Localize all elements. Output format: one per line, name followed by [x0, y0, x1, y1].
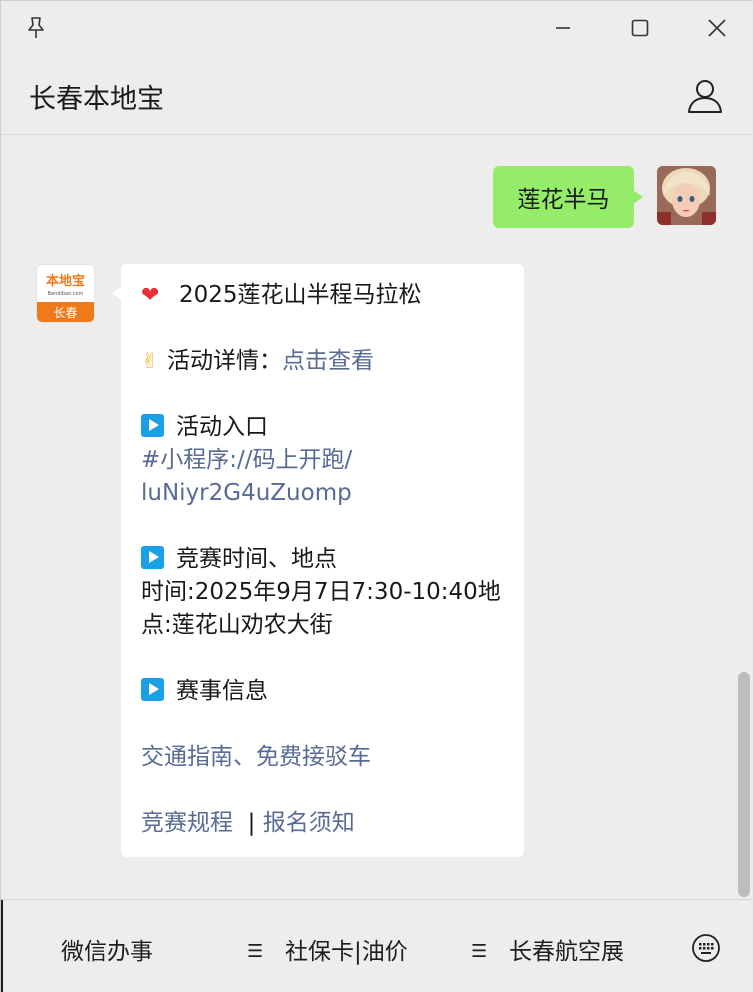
play-icon — [141, 414, 164, 437]
event-info-line: 赛事信息 — [141, 675, 505, 708]
entry-line: 活动入口 — [141, 411, 505, 444]
victory-hand-icon: ✌ — [141, 349, 159, 373]
menu-item-label: 社保卡|油价 — [285, 939, 408, 965]
bottom-menu-bar: 微信办事 ☰ 社保卡|油价 ☰ 长春航空展 — [1, 899, 753, 992]
reply-title: 2025莲花山半程马拉松 — [179, 282, 422, 308]
detail-label: 活动详情： — [167, 348, 282, 374]
maximize-icon[interactable] — [624, 13, 656, 43]
avatar-brand-top: 本地宝 — [46, 273, 85, 289]
reply-title-line: ❤ 2025莲花山半程马拉松 — [141, 279, 505, 312]
menu-item-label: 微信办事 — [61, 939, 153, 965]
bot-avatar[interactable]: 本地宝 Bendibao.com 长春 — [36, 264, 95, 323]
time-place-detail-2: 点:莲花山劝农大街 — [141, 612, 333, 638]
entry-link-part-2[interactable]: luNiyr2G4uZuomp — [141, 477, 505, 510]
entry-label: 活动入口 — [176, 414, 268, 440]
rules-link[interactable]: 竞赛规程 — [141, 810, 233, 836]
close-icon[interactable] — [701, 13, 733, 43]
avatar-brand-small: Bendibao.com — [48, 291, 84, 297]
rules-line: 竞赛规程 | 报名须知 — [141, 807, 505, 840]
menu-item-hangkongzhan[interactable]: ☰ 长春航空展 — [471, 932, 624, 966]
menu-list-icon: ☰ — [247, 941, 264, 962]
chat-title: 长春本地宝 — [29, 84, 164, 115]
traffic-link[interactable]: 交通指南、免费接驳车 — [141, 741, 505, 774]
minimize-icon[interactable] — [547, 13, 579, 43]
menu-list-icon: ☰ — [471, 941, 488, 962]
avatar-brand-city: 长春 — [53, 306, 77, 320]
user-icon[interactable] — [685, 76, 725, 116]
title-bar — [1, 1, 753, 55]
menu-item-shebao-youjia[interactable]: ☰ 社保卡|油价 — [247, 932, 408, 966]
link-separator: | — [247, 810, 256, 836]
my-avatar[interactable] — [657, 166, 716, 225]
chat-header: 长春本地宝 — [1, 55, 753, 135]
bot-message-bubble: ❤ 2025莲花山半程马拉松 ✌ 活动详情：点击查看 活动入口 #小程序://码上开… — [112, 264, 524, 857]
pin-icon[interactable] — [23, 15, 49, 41]
my-message-bubble[interactable]: 莲花半马 — [493, 166, 643, 228]
keyboard-icon[interactable] — [691, 933, 721, 963]
play-icon — [141, 678, 164, 701]
my-message-text: 莲花半马 — [517, 187, 610, 213]
detail-link[interactable]: 点击查看 — [282, 348, 374, 374]
play-icon — [141, 546, 164, 569]
menu-item-label: 长春航空展 — [509, 939, 624, 965]
menu-item-weixin-banshi[interactable]: 微信办事 — [61, 932, 153, 966]
chat-area[interactable]: 莲花半马 本地宝 Bendibao.com 长春 ❤ 2025莲花山半程马拉松 … — [1, 136, 753, 899]
bottom-divider — [1, 900, 3, 992]
time-place-line: 竞赛时间、地点 — [141, 543, 505, 576]
entry-link-part-1[interactable]: #小程序://码上开跑/ — [141, 444, 505, 477]
event-info-label: 赛事信息 — [176, 678, 268, 704]
chat-scrollbar[interactable] — [738, 672, 750, 897]
chat-window: 长春本地宝 莲花半马 本地宝 Bendibao.com 长春 ❤ 2025莲花山… — [0, 0, 754, 992]
time-place-detail-1: 时间:2025年9月7日7:30-10:40地 — [141, 579, 501, 605]
time-place-label: 竞赛时间、地点 — [176, 546, 337, 572]
heart-icon: ❤ — [141, 283, 160, 308]
signup-link[interactable]: 报名须知 — [263, 810, 355, 836]
detail-line: ✌ 活动详情：点击查看 — [141, 345, 505, 378]
